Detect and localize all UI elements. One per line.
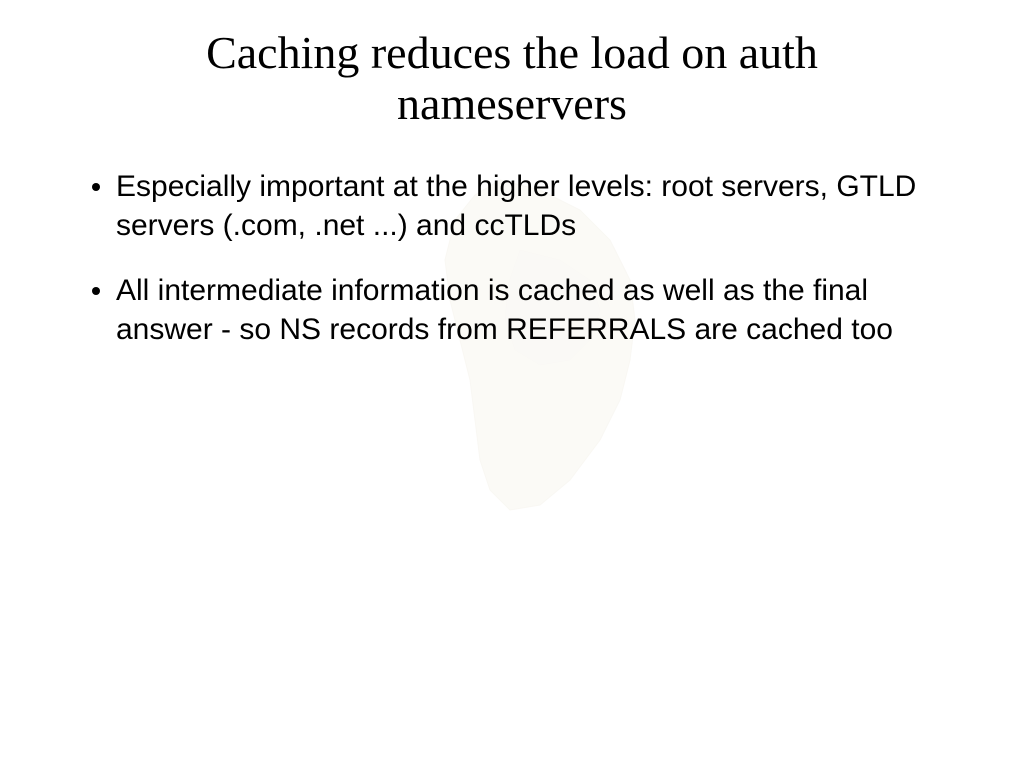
bullet-item: Especially important at the higher level… — [88, 167, 936, 245]
bullet-list: Especially important at the higher level… — [88, 167, 936, 349]
slide-content: Caching reduces the load on auth nameser… — [0, 0, 1024, 415]
slide-title: Caching reduces the load on auth nameser… — [88, 28, 936, 129]
bullet-item: All intermediate information is cached a… — [88, 271, 936, 349]
